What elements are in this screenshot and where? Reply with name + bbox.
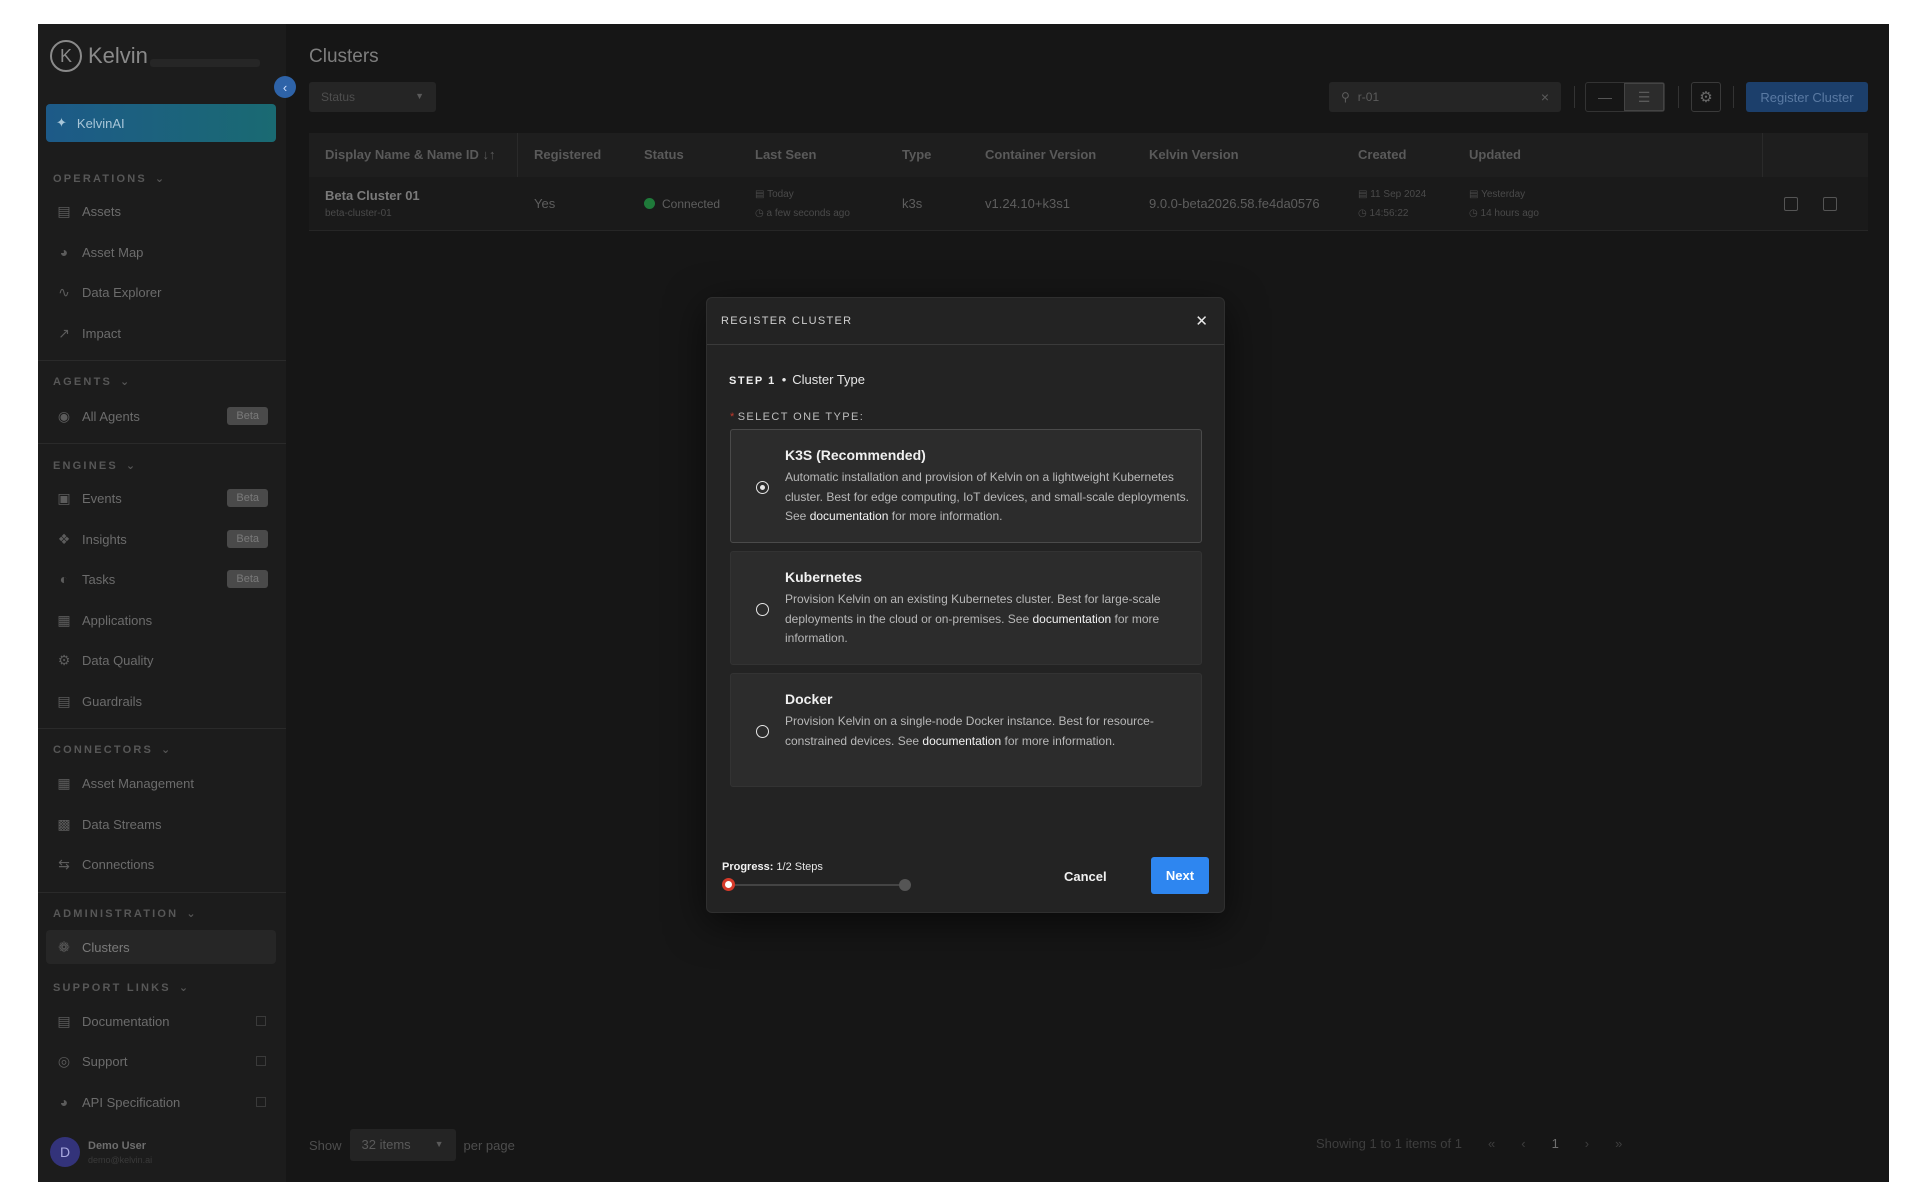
progress-step-pending — [899, 879, 911, 891]
chevron-left-icon: ‹ — [282, 79, 288, 95]
progress-value: 1/2 Steps — [776, 861, 823, 873]
radio-unselected[interactable] — [756, 725, 769, 738]
documentation-link[interactable]: documentation — [922, 734, 1001, 748]
documentation-link[interactable]: documentation — [810, 509, 889, 523]
collapse-sidebar-button[interactable]: ‹ — [274, 76, 296, 98]
option-title: K3S (Recommended) — [785, 447, 926, 463]
close-icon[interactable]: ✕ — [1195, 312, 1208, 330]
select-type-text: SELECT ONE TYPE: — [737, 411, 865, 423]
option-kubernetes[interactable]: Kubernetes Provision Kelvin on an existi… — [730, 551, 1202, 665]
bullet-separator: • — [781, 372, 787, 387]
option-description-text: for more information. — [888, 509, 1003, 523]
progress-track — [729, 884, 905, 886]
option-description: Provision Kelvin on a single-node Docker… — [785, 712, 1190, 751]
app-window: K Kelvin ‹ ✦ KelvinAI OPERATIONS ⌄ ▤ Asset… — [38, 24, 1889, 1182]
option-description: Provision Kelvin on an existing Kubernet… — [785, 590, 1190, 649]
radio-unselected[interactable] — [756, 603, 769, 616]
modal-header: REGISTER CLUSTER — [707, 298, 1224, 345]
option-title: Docker — [785, 691, 833, 707]
modal-title: REGISTER CLUSTER — [721, 315, 853, 327]
option-title: Kubernetes — [785, 569, 863, 585]
select-type-label: * SELECT ONE TYPE: — [730, 411, 864, 423]
documentation-link[interactable]: documentation — [1032, 612, 1111, 626]
cancel-button[interactable]: Cancel — [1064, 869, 1107, 884]
step-indicator: STEP 1 • Cluster Type — [729, 372, 865, 387]
step-name: Cluster Type — [792, 372, 866, 387]
progress-step-current — [722, 878, 735, 891]
next-button[interactable]: Next — [1151, 857, 1209, 894]
option-description-text: for more information. — [1001, 733, 1116, 748]
option-k3s[interactable]: K3S (Recommended) Automatic installation… — [730, 429, 1202, 543]
progress-label-title: Progress: — [722, 861, 774, 873]
required-marker: * — [730, 411, 736, 423]
step-number: STEP 1 — [729, 375, 776, 387]
option-docker[interactable]: Docker Provision Kelvin on a single-node… — [730, 673, 1202, 787]
progress-label: Progress: 1/2 Steps — [722, 861, 823, 873]
register-cluster-modal: REGISTER CLUSTER ✕ STEP 1 • Cluster Type *… — [706, 297, 1225, 913]
option-description: Automatic installation and provision of … — [785, 468, 1190, 527]
radio-selected[interactable] — [756, 481, 769, 494]
